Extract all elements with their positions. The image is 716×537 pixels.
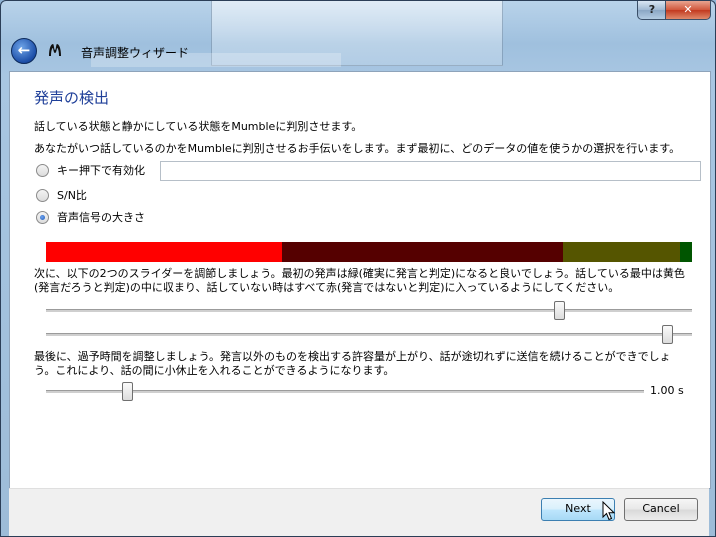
- back-button[interactable]: ←: [11, 38, 37, 64]
- mumble-icon: [49, 44, 61, 56]
- window-title: 音声調整ウィザード: [81, 46, 190, 60]
- holdtime-instructions: 最後に、過予時間を調整しましょう。発言以外のものを検出する許容量が上がり、話が途…: [34, 350, 671, 377]
- intro-text: 話している状態と静かにしている状態をMumbleに判別させます。: [34, 120, 363, 133]
- radio-label: S/N比: [57, 189, 87, 202]
- voice-level-meter: [46, 242, 692, 262]
- intro-text-2: あなたがいつ話しているのかをMumbleに判別させるお手伝いをします。まず最初に…: [34, 142, 681, 155]
- wizard-window: ? ✕ ← 音声調整ウィザード 発声の検出 話している状態と静かにしている状態を…: [0, 0, 716, 537]
- speech-threshold-slider[interactable]: [46, 324, 692, 344]
- button-bar: Next Cancel: [9, 488, 709, 536]
- meter-segment: [679, 242, 692, 262]
- slider-track: [46, 309, 692, 312]
- holdtime-slider[interactable]: [46, 381, 644, 401]
- meter-segment: [46, 242, 283, 262]
- slider-thumb[interactable]: [122, 382, 133, 401]
- radio-amplitude[interactable]: 音声信号の大きさ: [36, 210, 145, 226]
- holdtime-value: 1.00 s: [650, 384, 684, 397]
- silence-threshold-slider[interactable]: [46, 300, 692, 320]
- radio-button[interactable]: [36, 188, 49, 202]
- slider-track: [46, 333, 692, 336]
- slider-thumb[interactable]: [662, 325, 673, 344]
- push-to-talk-key-field[interactable]: [160, 161, 701, 181]
- back-arrow-icon: ←: [17, 41, 31, 59]
- close-button[interactable]: ✕: [665, 1, 711, 20]
- radio-label: キー押下で有効化: [57, 164, 145, 177]
- slider-thumb[interactable]: [554, 301, 565, 320]
- slider-track: [46, 390, 644, 393]
- slider-instructions: 次に、以下の2つのスライダーを調節しましょう。最初の発声は緑(確実に発言と判定)…: [34, 267, 685, 294]
- radio-button[interactable]: [36, 210, 49, 224]
- page-heading: 発声の検出: [34, 89, 110, 107]
- radio-button[interactable]: [36, 163, 49, 177]
- radio-push-to-talk[interactable]: キー押下で有効化: [36, 163, 145, 179]
- radio-snr[interactable]: S/N比: [36, 188, 87, 204]
- wizard-page: 発声の検出 話している状態と静かにしている状態をMumbleに判別させます。 あ…: [9, 71, 711, 489]
- cancel-button[interactable]: Cancel: [624, 498, 698, 521]
- meter-segment: [562, 242, 680, 262]
- meter-segment: [282, 242, 563, 262]
- mouse-pointer-icon: [602, 501, 616, 521]
- radio-label: 音声信号の大きさ: [57, 211, 145, 224]
- help-button[interactable]: ?: [637, 1, 667, 20]
